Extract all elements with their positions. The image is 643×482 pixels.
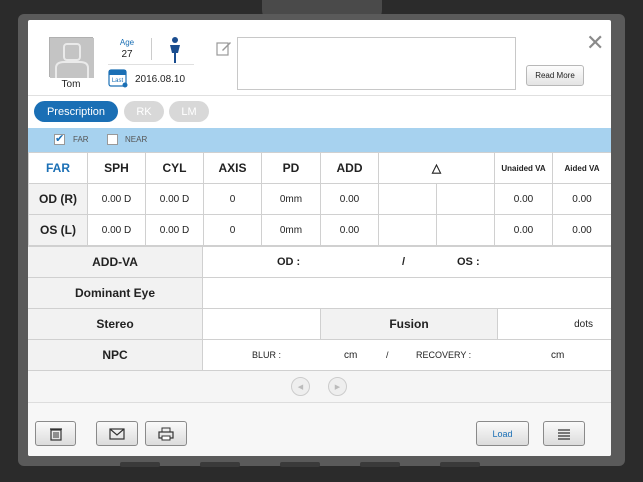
calendar-icon-text: Last	[112, 78, 124, 84]
pd-cell[interactable]: 0mm	[261, 214, 321, 246]
divider	[151, 38, 152, 60]
column-header: ADD	[320, 152, 379, 184]
npc-label: NPC	[28, 340, 203, 370]
device-bottom-edge	[120, 462, 480, 467]
close-icon[interactable]: ✕	[586, 32, 604, 54]
axis-cell[interactable]: 0	[203, 214, 262, 246]
gender-icon	[170, 37, 180, 63]
recovery-unit: cm	[551, 349, 565, 361]
dominant-eye-row: Dominant Eye	[28, 277, 611, 308]
menu-button[interactable]	[543, 421, 585, 446]
npc-field[interactable]: BLUR : cm / RECOVERY : cm	[203, 340, 611, 370]
delete-button[interactable]	[35, 421, 76, 446]
edit-icon[interactable]	[216, 40, 232, 56]
print-button[interactable]	[145, 421, 187, 446]
cyl-cell[interactable]: 0.00 D	[145, 214, 204, 246]
fusion-label: Fusion	[321, 309, 498, 339]
stereo-label: Stereo	[28, 309, 203, 339]
near-checkbox[interactable]	[107, 134, 118, 145]
pager-bar: ◀ ▶	[28, 370, 611, 402]
dominant-eye-field[interactable]	[203, 278, 611, 308]
age-value: 27	[121, 49, 133, 60]
patient-name: Tom	[61, 79, 81, 90]
calendar-icon: Last	[108, 69, 128, 88]
divider	[28, 95, 611, 96]
dominant-eye-label: Dominant Eye	[28, 278, 203, 308]
stereo-row: Stereo Fusion dots	[28, 308, 611, 339]
slash: /	[402, 256, 406, 268]
sph-cell[interactable]: 0.00 D	[87, 214, 146, 246]
fusion-unit: dots	[574, 318, 593, 330]
memo-field[interactable]	[237, 37, 516, 90]
distance-bar: FAR NEAR	[28, 128, 611, 152]
column-header: Aided VA	[552, 152, 611, 184]
table-row: OS (L) 0.00 D 0.00 D 0 0mm 0.00 0.00 0.0…	[28, 214, 611, 246]
slash: /	[386, 350, 389, 360]
column-header: SPH	[87, 152, 146, 184]
load-label: Load	[492, 428, 513, 439]
menu-icon	[558, 428, 570, 440]
column-header: AXIS	[203, 152, 262, 184]
trash-icon	[49, 427, 62, 441]
os-label: OS :	[457, 256, 480, 268]
visit-date: 2016.08.10	[135, 74, 186, 85]
prism-cell[interactable]	[378, 183, 437, 215]
email-button[interactable]	[96, 421, 138, 446]
aided-va-cell[interactable]: 0.00	[552, 183, 611, 215]
add-va-label: ADD-VA	[28, 247, 203, 277]
column-header: Unaided VA	[494, 152, 554, 184]
unaided-va-cell[interactable]: 0.00	[494, 214, 554, 246]
prism-cell[interactable]	[435, 214, 496, 246]
print-icon	[158, 427, 174, 440]
add-cell[interactable]: 0.00	[320, 214, 379, 246]
stereo-field[interactable]	[203, 309, 321, 339]
tab-lm[interactable]: LM	[169, 101, 209, 122]
add-va-field[interactable]: OD : / OS :	[203, 247, 611, 277]
table-row: OD (R) 0.00 D 0.00 D 0 0mm 0.00 0.00 0.0…	[28, 183, 611, 215]
far-label: FAR	[73, 135, 89, 144]
avatar[interactable]	[49, 37, 94, 78]
cyl-cell[interactable]: 0.00 D	[145, 183, 204, 215]
read-more-button[interactable]: Read More	[526, 65, 584, 86]
prism-cell[interactable]	[378, 214, 437, 246]
prescription-table: FAR SPH CYL AXIS PD ADD △ Unaided VA Aid…	[28, 152, 611, 246]
row-label: OD (R)	[28, 183, 88, 215]
blur-label: BLUR :	[252, 350, 282, 360]
add-va-row: ADD-VA OD : / OS :	[28, 246, 611, 277]
near-label: NEAR	[125, 135, 148, 144]
sph-cell[interactable]: 0.00 D	[87, 183, 146, 215]
age-label: Age	[119, 38, 135, 47]
npc-row: NPC BLUR : cm / RECOVERY : cm	[28, 339, 611, 370]
column-header: PD	[261, 152, 321, 184]
table-header-row: FAR SPH CYL AXIS PD ADD △ Unaided VA Aid…	[28, 152, 611, 184]
next-page-button[interactable]: ▶	[328, 377, 347, 396]
mail-icon	[109, 427, 125, 440]
column-header: CYL	[145, 152, 204, 184]
od-label: OD :	[277, 256, 301, 268]
prev-page-button[interactable]: ◀	[291, 377, 310, 396]
divider	[108, 64, 194, 65]
add-cell[interactable]: 0.00	[320, 183, 379, 215]
aided-va-cell[interactable]: 0.00	[552, 214, 611, 246]
recovery-label: RECOVERY :	[416, 350, 472, 360]
footer-toolbar: Load	[28, 402, 611, 456]
prescription-card: ✕ Tom Age 27 Last 2016.08.10 Read More P…	[28, 20, 611, 456]
tab-prescription[interactable]: Prescription	[34, 101, 118, 122]
far-checkbox[interactable]	[54, 132, 65, 145]
prism-cell[interactable]	[435, 183, 496, 215]
axis-cell[interactable]: 0	[203, 183, 262, 215]
unaided-va-cell[interactable]: 0.00	[494, 183, 554, 215]
avatar-icon	[50, 38, 94, 78]
row-label: OS (L)	[28, 214, 88, 246]
load-button[interactable]: Load	[476, 421, 529, 446]
blur-unit: cm	[344, 349, 358, 361]
column-header: △	[377, 152, 496, 184]
column-header: FAR	[28, 152, 88, 184]
pd-cell[interactable]: 0mm	[261, 183, 321, 215]
tab-rk[interactable]: RK	[124, 101, 164, 122]
fusion-field[interactable]: dots	[498, 309, 611, 339]
